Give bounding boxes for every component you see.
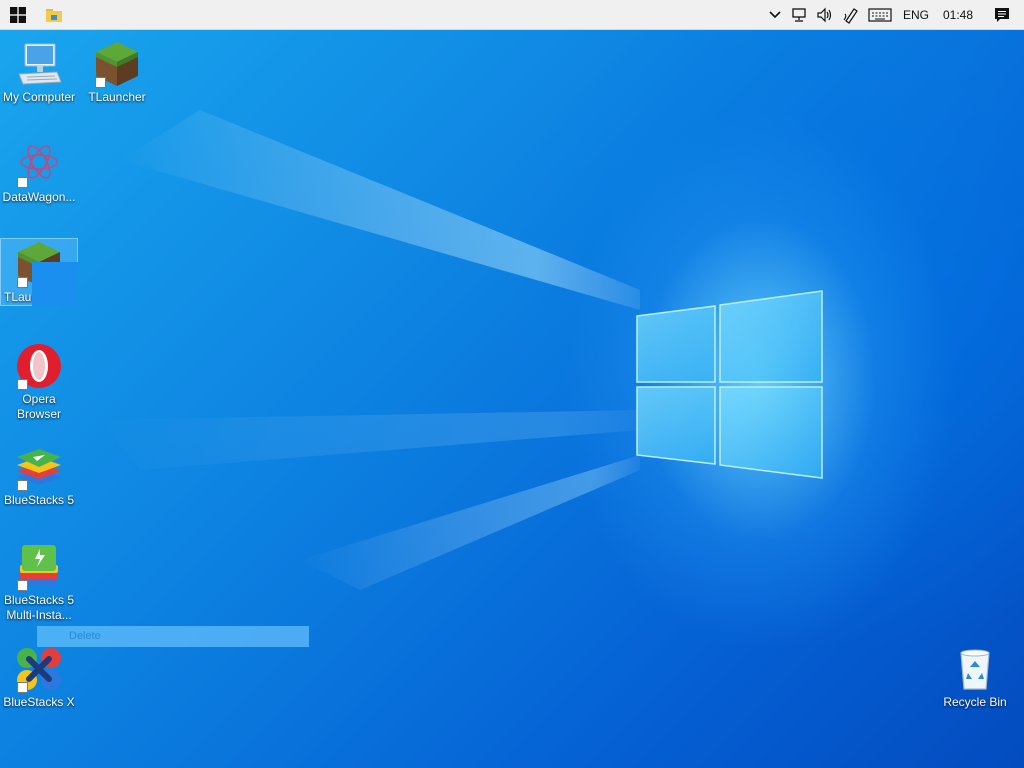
network-icon: [792, 7, 806, 22]
desktop-icon-datawagon[interactable]: DataWagon...: [0, 140, 78, 205]
volume-button[interactable]: [812, 0, 838, 30]
chevron-down-icon: [769, 10, 781, 18]
icon-label: Recycle Bin: [943, 695, 1007, 709]
desktop-icon-my-computer[interactable]: My Computer: [0, 40, 78, 105]
icon-label: Opera Browser: [16, 392, 61, 421]
recycle-bin-icon: [960, 649, 990, 690]
desktop-icon-recycle-bin[interactable]: Recycle Bin: [936, 645, 1014, 710]
windows-wallpaper-logo: [636, 290, 823, 479]
icon-label: BlueStacks 5: [3, 493, 75, 507]
desktop-icon-bluestacks-multi[interactable]: BlueStacks 5 Multi-Insta...: [0, 543, 78, 623]
drag-overlay: [32, 262, 78, 306]
file-explorer-button[interactable]: [36, 0, 72, 30]
icon-label: BlueStacks X: [3, 695, 75, 709]
action-center-icon: [995, 7, 1009, 22]
keyboard-icon: [868, 7, 892, 22]
desktop-icon-bluestacks-x[interactable]: BlueStacks X: [0, 645, 78, 710]
context-menu-delete[interactable]: Delete: [37, 626, 309, 647]
touch-keyboard-button[interactable]: [864, 0, 896, 30]
shortcut-arrow-icon: [17, 480, 28, 491]
volume-icon: [817, 7, 832, 22]
desktop-icon-bluestacks-5[interactable]: BlueStacks 5: [0, 443, 78, 508]
action-center-button[interactable]: [980, 0, 1024, 30]
network-button[interactable]: [786, 0, 812, 30]
pen-workspace-button[interactable]: [838, 0, 864, 30]
shortcut-arrow-icon: [17, 682, 28, 693]
shortcut-arrow-icon: [95, 77, 106, 88]
icon-label: TLauncher: [88, 90, 146, 104]
clock[interactable]: 01:48: [936, 0, 980, 30]
desktop[interactable]: ENG 01:48 My Computer TLauncher DataWago…: [0, 0, 1024, 768]
computer-icon: [18, 43, 62, 85]
start-button[interactable]: [0, 0, 36, 30]
desktop-icon-tlauncher[interactable]: TLauncher: [78, 40, 156, 105]
input-language[interactable]: ENG: [896, 0, 936, 30]
shortcut-arrow-icon: [17, 177, 28, 188]
wallpaper-light-beams: [100, 110, 640, 590]
icon-label: DataWagon...: [2, 190, 76, 204]
desktop-icon-opera[interactable]: Opera Browser: [0, 342, 78, 422]
shortcut-arrow-icon: [17, 277, 28, 288]
taskbar: ENG 01:48: [0, 0, 1024, 30]
shortcut-arrow-icon: [17, 379, 28, 390]
file-explorer-icon: [46, 8, 62, 22]
pen-icon: [843, 7, 858, 24]
system-tray: ENG 01:48: [764, 0, 1024, 30]
windows-logo-icon: [10, 6, 26, 23]
icon-label: BlueStacks 5 Multi-Insta...: [3, 593, 75, 622]
icon-label: My Computer: [2, 90, 76, 104]
show-hidden-icons-button[interactable]: [764, 0, 786, 30]
shortcut-arrow-icon: [17, 580, 28, 591]
